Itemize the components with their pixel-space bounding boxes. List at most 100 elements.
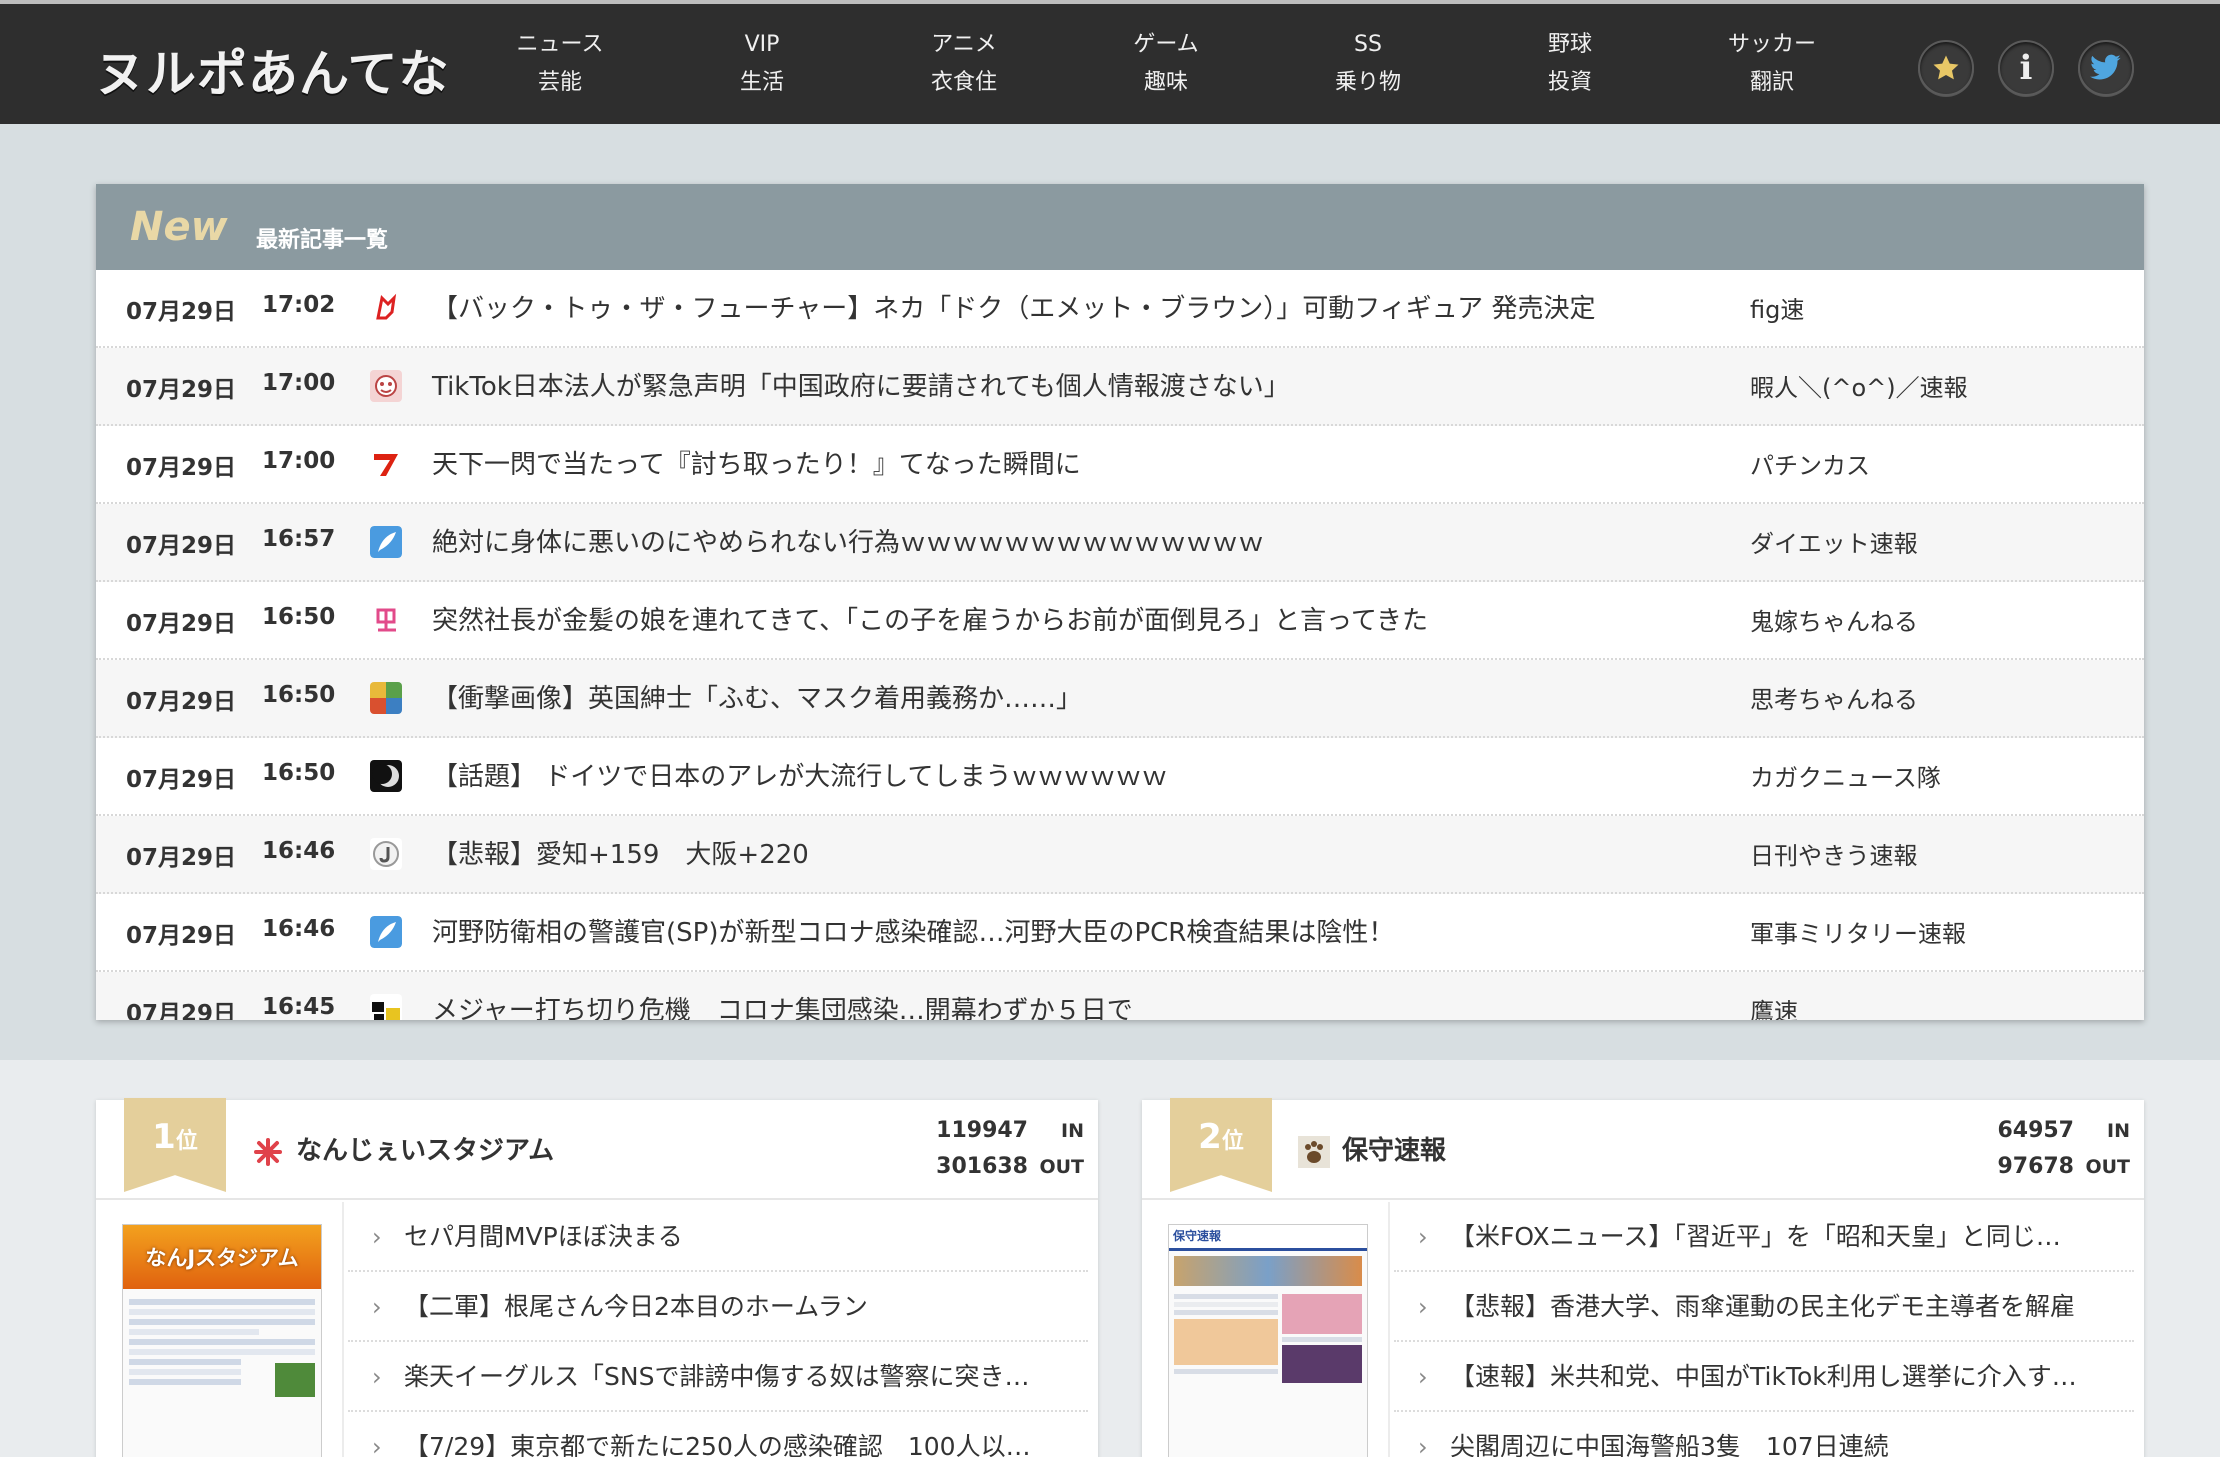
nav-top-label[interactable]: ゲーム <box>1076 26 1256 64</box>
article-row[interactable]: 07月29日 16:46 河野防衛相の警護官(SP)が新型コロナ感染確認…河野大… <box>96 894 2144 972</box>
chevron-right-icon: › <box>372 1293 382 1321</box>
nav-top-label[interactable]: ニュース <box>470 26 650 64</box>
ranking-card-1: 1位 なんじぇいスタジアム 119947 IN 301638 OUT なんJスタジア… <box>96 1098 1098 1457</box>
ranking-site-name[interactable]: 保守速報 <box>1342 1130 1446 1167</box>
article-time: 16:50 <box>262 760 336 786</box>
article-site[interactable]: 鬼嫁ちゃんねる <box>1750 602 1918 637</box>
favorites-button[interactable] <box>1918 40 1974 96</box>
article-row[interactable]: 07月29日 16:50 【話題】 ドイツで日本のアレが大流行してしまうｗｗｗｗ… <box>96 738 2144 816</box>
nav-bottom-label[interactable]: 乗り物 <box>1278 64 1458 102</box>
article-row[interactable]: 07月29日 17:00 TikTok日本法人が緊急声明「中国政府に要請されても… <box>96 348 2144 426</box>
article-site[interactable]: 暇人＼(^o^)／速報 <box>1750 368 1968 403</box>
site-thumbnail[interactable]: 保守速報 <box>1168 1224 1368 1457</box>
nav-bottom-label[interactable]: 翻訳 <box>1682 64 1862 102</box>
ranking-link[interactable]: › セパ月間MVPほぼ決まる <box>348 1202 1088 1272</box>
article-time: 16:45 <box>262 994 336 1020</box>
nav-bottom-label[interactable]: 投資 <box>1480 64 1660 102</box>
article-site[interactable]: 軍事ミリタリー速報 <box>1750 914 1966 949</box>
chevron-right-icon: › <box>372 1223 382 1251</box>
article-title[interactable]: TikTok日本法人が緊急声明「中国政府に要請されても個人情報渡さない」 <box>432 366 1290 403</box>
ranking-link[interactable]: › 楽天イーグルス「SNSで誹謗中傷する奴は警察に突き… <box>348 1342 1088 1412</box>
nav-item-baseball[interactable]: 野球 投資 <box>1480 26 1660 102</box>
nav-top-label[interactable]: SS <box>1278 26 1458 64</box>
nav-top-label[interactable]: 野球 <box>1480 26 1660 64</box>
ranking-link[interactable]: › 尖閣周辺に中国海警船3隻 107日連続 <box>1394 1412 2134 1457</box>
rank-badge: 2位 <box>1170 1098 1272 1192</box>
thumbnail-banner: なんJスタジアム <box>145 1246 299 1270</box>
article-date: 07月29日 <box>126 455 237 481</box>
ranking-link[interactable]: › 【7/29】東京都で新たに250人の感染確認 100人以… <box>348 1412 1088 1457</box>
article-row[interactable]: 07月29日 16:46 【悲報】愛知+159 大阪+220 日刊やきう速報 <box>96 816 2144 894</box>
ranking-link[interactable]: › 【二軍】根尾さん今日2本目のホームラン <box>348 1272 1088 1342</box>
nav-top-label[interactable]: サッカー <box>1682 26 1862 64</box>
article-title[interactable]: 【バック・トゥ・ザ・フューチャー】ネカ「ドク（エメット・ブラウン）」可動フィギュ… <box>432 288 1595 325</box>
mosaic-icon <box>370 682 402 714</box>
ranking-link-list: › セパ月間MVPほぼ決まる › 【二軍】根尾さん今日2本目のホームラン › 楽天イー… <box>348 1202 1088 1457</box>
ranking-link[interactable]: › 【悲報】香港大学、雨傘運動の民主化デモ主導者を解雇 <box>1394 1272 2134 1342</box>
article-row[interactable]: 07月29日 16:50 【衝撃画像】英国紳士「ふむ、マスク着用義務か……」 思… <box>96 660 2144 738</box>
nav-top-label[interactable]: VIP <box>672 26 852 64</box>
ranking-card-2: 2位 保守速報 64957 IN 97678 OUT 保守速報 › 【米FOXニ… <box>1142 1098 2144 1457</box>
ranking-link[interactable]: › 【米FOXニュース】「習近平」を「昭和天皇」と同じ… <box>1394 1202 2134 1272</box>
nav-item-anime[interactable]: アニメ 衣食住 <box>874 26 1054 102</box>
article-title[interactable]: 天下一閃で当たって『討ち取ったり！』てなった瞬間に <box>432 444 1081 481</box>
article-row[interactable]: 07月29日 16:57 絶対に身体に悪いのにやめられない行為ｗｗｗｗｗｗｗｗｗ… <box>96 504 2144 582</box>
chevron-right-icon: › <box>1418 1293 1428 1321</box>
ranking-link-label: 【速報】米共和党、中国がTikTok利用し選挙に介入す… <box>1450 1362 2077 1391</box>
article-title[interactable]: メジャー打ち切り危機 コロナ集団感染…開幕わずか５日で <box>432 990 1133 1020</box>
site-thumbnail[interactable]: なんJスタジアム <box>122 1224 322 1457</box>
oni-icon <box>370 604 402 636</box>
article-time: 16:50 <box>262 604 336 630</box>
article-title[interactable]: 河野防衛相の警護官(SP)が新型コロナ感染確認…河野大臣のPCR検査結果は陰性！ <box>432 912 1394 949</box>
header-bar: ヌルポあんてな ニュース 芸能 VIP 生活 アニメ 衣食住 ゲーム 趣味 SS… <box>0 0 2220 124</box>
article-site[interactable]: 鷹速 <box>1750 992 1798 1020</box>
article-row[interactable]: 07月29日 16:45 メジャー打ち切り危機 コロナ集団感染…開幕わずか５日で… <box>96 972 2144 1020</box>
ranking-link[interactable]: › 【速報】米共和党、中国がTikTok利用し選挙に介入す… <box>1394 1342 2134 1412</box>
article-site[interactable]: 思考ちゃんねる <box>1750 680 1918 715</box>
article-row[interactable]: 07月29日 17:00 天下一閃で当たって『討ち取ったり！』てなった瞬間に パ… <box>96 426 2144 504</box>
rank-badge: 1位 <box>124 1098 226 1192</box>
article-date: 07月29日 <box>126 299 237 325</box>
article-title[interactable]: 【話題】 ドイツで日本のアレが大流行してしまうｗｗｗｗｗｗ <box>432 756 1168 793</box>
article-row[interactable]: 07月29日 16:50 突然社長が金髪の娘を連れてきて、「この子を雇うからお前… <box>96 582 2144 660</box>
site-logo[interactable]: ヌルポあんてな <box>95 34 450 106</box>
article-site[interactable]: ダイエット速報 <box>1750 524 1918 559</box>
article-site[interactable]: パチンカス <box>1750 446 1870 481</box>
article-title[interactable]: 絶対に身体に悪いのにやめられない行為ｗｗｗｗｗｗｗｗｗｗｗｗｗｗ <box>432 522 1264 559</box>
nav-top-label[interactable]: アニメ <box>874 26 1054 64</box>
ranking-link-list: › 【米FOXニュース】「習近平」を「昭和天皇」と同じ… › 【悲報】香港大学、雨傘… <box>1394 1202 2134 1457</box>
article-title[interactable]: 【悲報】愛知+159 大阪+220 <box>432 834 809 871</box>
twitter-button[interactable] <box>2078 40 2134 96</box>
article-time: 17:02 <box>262 292 336 318</box>
face-icon <box>370 370 402 402</box>
ranking-site-name[interactable]: なんじぇいスタジアム <box>296 1130 554 1167</box>
ranking-link-label: 尖閣周辺に中国海警船3隻 107日連続 <box>1450 1432 1889 1457</box>
chevron-right-icon: › <box>1418 1223 1428 1251</box>
out-label: OUT <box>1039 1156 1084 1178</box>
article-time: 16:46 <box>262 916 336 942</box>
article-row[interactable]: 07月29日 17:02 【バック・トゥ・ザ・フューチャー】ネカ「ドク（エメット… <box>96 270 2144 348</box>
nav-bottom-label[interactable]: 衣食住 <box>874 64 1054 102</box>
article-site[interactable]: 日刊やきう速報 <box>1750 836 1918 871</box>
article-title[interactable]: 【衝撃画像】英国紳士「ふむ、マスク着用義務か……」 <box>432 678 1082 715</box>
category-nav: ニュース 芸能 VIP 生活 アニメ 衣食住 ゲーム 趣味 SS 乗り物 野球 … <box>470 26 1870 106</box>
new-panel-header: New 最新記事一覧 <box>96 184 2144 270</box>
nav-bottom-label[interactable]: 生活 <box>672 64 852 102</box>
article-title[interactable]: 突然社長が金髪の娘を連れてきて、「この子を雇うからお前が面倒見ろ」と言ってきた <box>432 600 1428 637</box>
nav-bottom-label[interactable]: 芸能 <box>470 64 650 102</box>
nav-item-game[interactable]: ゲーム 趣味 <box>1076 26 1256 102</box>
nav-item-ss[interactable]: SS 乗り物 <box>1278 26 1458 102</box>
ranking-link-label: 【二軍】根尾さん今日2本目のホームラン <box>404 1292 868 1321</box>
article-site[interactable]: カガクニュース隊 <box>1750 758 1941 793</box>
article-date: 07月29日 <box>126 533 237 559</box>
divider <box>342 1202 344 1457</box>
nav-item-news[interactable]: ニュース 芸能 <box>470 26 650 102</box>
nav-bottom-label[interactable]: 趣味 <box>1076 64 1256 102</box>
in-count: 64957 IN <box>1997 1118 2130 1143</box>
article-time: 16:46 <box>262 838 336 864</box>
nav-item-vip[interactable]: VIP 生活 <box>672 26 852 102</box>
info-button[interactable]: i <box>1998 40 2054 96</box>
thumbnail-banner: 保守速報 <box>1173 1229 1222 1243</box>
article-site[interactable]: fig速 <box>1750 290 1804 325</box>
nav-item-soccer[interactable]: サッカー 翻訳 <box>1682 26 1862 102</box>
